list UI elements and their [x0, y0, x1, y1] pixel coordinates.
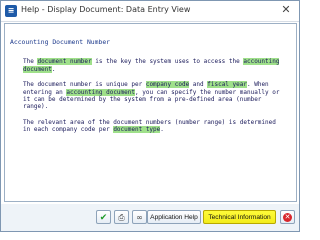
text: The [23, 58, 38, 66]
cancel-button[interactable]: ✕ [280, 210, 295, 224]
close-icon[interactable]: ✕ [279, 3, 293, 17]
paragraph-2: The document number is unique per compan… [10, 81, 282, 111]
text: and [189, 81, 208, 89]
link-company-code[interactable]: company code [145, 81, 190, 89]
text: is the key the system uses to access the [91, 58, 244, 66]
text: . [160, 126, 164, 134]
link-accounting-document-2[interactable]: accounting document [66, 88, 135, 96]
help-document: Accounting Document Number The document … [10, 38, 282, 142]
technical-information-button[interactable]: Technical Information [203, 210, 276, 224]
window-title: Help - Display Document: Data Entry View [21, 5, 191, 14]
document-heading: Accounting Document Number [10, 38, 111, 46]
printer-icon: ⎙ [118, 213, 125, 222]
ok-button[interactable]: ✔ [96, 210, 111, 224]
paragraph-3: The relevant area of the document number… [10, 119, 282, 134]
text: . [51, 65, 56, 73]
link-document-number[interactable]: document number [37, 58, 92, 66]
title-bar: ≡ Help - Display Document: Data Entry Vi… [1, 1, 299, 22]
help-dialog: ≡ Help - Display Document: Data Entry Vi… [0, 0, 300, 232]
binoculars-icon: ∞ [136, 213, 143, 222]
text: The document number is unique per [23, 81, 146, 89]
checkmark-icon: ✔ [99, 213, 108, 223]
cancel-icon: ✕ [283, 213, 292, 222]
help-content-pane: Accounting Document Number The document … [4, 23, 297, 202]
application-help-button[interactable]: Application Help [147, 210, 201, 224]
button-bar: ✔ ⎙ ∞ Application Help Technical Informa… [1, 204, 299, 231]
link-fiscal-year[interactable]: fiscal year [207, 81, 247, 89]
paragraph-1: The document number is the key the syste… [10, 58, 282, 73]
find-button[interactable]: ∞ [132, 210, 147, 224]
print-button[interactable]: ⎙ [114, 210, 129, 224]
sap-app-icon: ≡ [5, 5, 17, 17]
link-document-type[interactable]: document type [113, 126, 161, 134]
